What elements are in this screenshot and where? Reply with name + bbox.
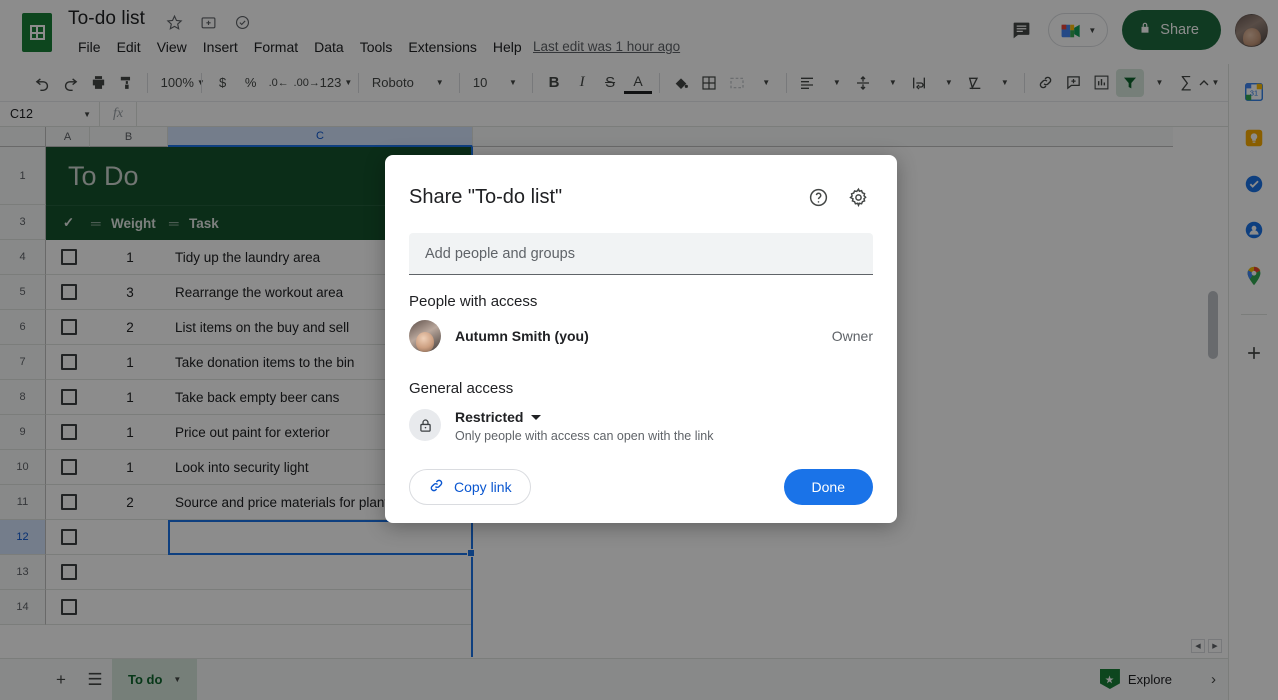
share-dialog-footer: Copy link Done bbox=[385, 443, 897, 505]
google-sheets-window: To-do list File Edit View Insert Format … bbox=[0, 0, 1278, 700]
add-people-input[interactable]: Add people and groups bbox=[409, 233, 873, 275]
chevron-down-icon bbox=[531, 414, 542, 420]
person-name: Autumn Smith (you) bbox=[455, 328, 589, 344]
done-button[interactable]: Done bbox=[783, 469, 873, 505]
people-with-access-title: People with access bbox=[409, 293, 538, 310]
copy-link-button[interactable]: Copy link bbox=[409, 469, 531, 505]
share-dialog-header: Share "To-do list" bbox=[385, 179, 897, 215]
access-level-selector[interactable]: Restricted bbox=[455, 409, 713, 425]
access-description: Only people with access can open with th… bbox=[455, 429, 714, 443]
link-icon bbox=[428, 477, 445, 497]
person-role: Owner bbox=[831, 328, 873, 344]
help-icon[interactable] bbox=[803, 182, 833, 212]
avatar bbox=[409, 320, 441, 352]
general-access-title: General access bbox=[409, 380, 514, 397]
access-level-value: Restricted bbox=[455, 409, 524, 425]
list-item[interactable]: Autumn Smith (you) Owner bbox=[385, 310, 897, 354]
share-dialog-title: Share "To-do list" bbox=[409, 185, 563, 208]
copy-link-label: Copy link bbox=[454, 479, 512, 495]
general-access-body: Restricted Only people with access can o… bbox=[455, 409, 713, 443]
lock-icon bbox=[409, 409, 441, 441]
settings-gear-icon[interactable] bbox=[843, 182, 873, 212]
general-access-row: Restricted Only people with access can o… bbox=[385, 397, 897, 443]
share-dialog: Share "To-do list" Add people and groups… bbox=[385, 155, 897, 523]
add-people-placeholder: Add people and groups bbox=[425, 245, 575, 262]
